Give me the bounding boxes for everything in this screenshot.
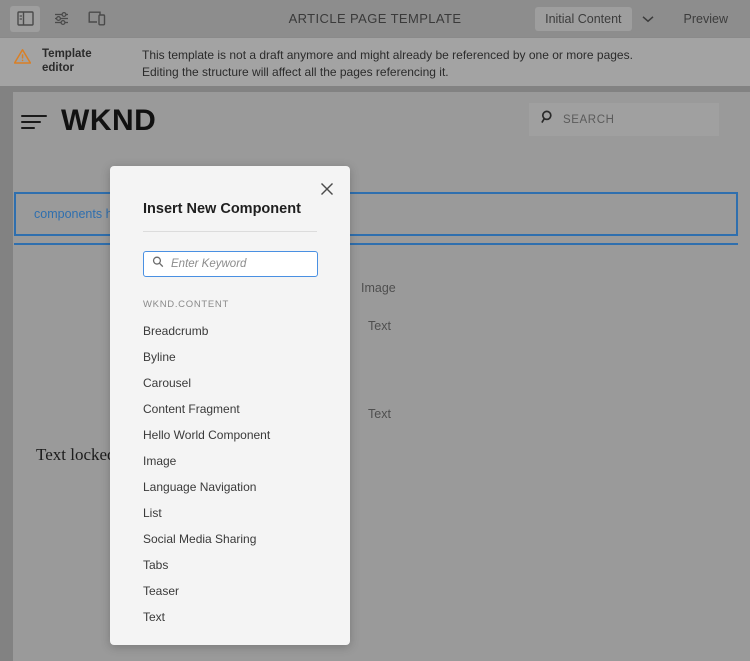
- list-item[interactable]: Social Media Sharing: [110, 526, 350, 552]
- alert-message: This template is not a draft anymore and…: [142, 48, 633, 80]
- locked-text-component: Text locked: [36, 445, 116, 464]
- toolbar-right-group: Initial Content Preview: [535, 6, 750, 32]
- brand-logo: WKND: [61, 104, 157, 137]
- list-item[interactable]: Carousel: [110, 370, 350, 396]
- list-item[interactable]: List: [110, 500, 350, 526]
- placeholder-image[interactable]: Image: [361, 281, 396, 295]
- chevron-down-icon[interactable]: [634, 6, 662, 32]
- component-group-label: WKND.CONTENT: [143, 299, 229, 310]
- warning-triangle-icon: [13, 47, 36, 69]
- keyword-search-input[interactable]: Enter Keyword: [143, 251, 318, 277]
- list-item[interactable]: Tabs: [110, 552, 350, 578]
- site-header: WKND SEARCH: [13, 92, 750, 158]
- list-item[interactable]: Breadcrumb: [110, 318, 350, 344]
- list-item[interactable]: Image: [110, 448, 350, 474]
- list-item[interactable]: Language Navigation: [110, 474, 350, 500]
- page-properties-icon[interactable]: [46, 6, 76, 32]
- responsive-layout-icon[interactable]: [82, 6, 112, 32]
- insert-component-dialog: Insert New Component Enter Keyword WKND.…: [110, 166, 350, 645]
- list-item[interactable]: Byline: [110, 344, 350, 370]
- alert-title: Template editor: [42, 48, 92, 75]
- dialog-title: Insert New Component: [143, 201, 301, 217]
- close-icon[interactable]: [316, 178, 338, 200]
- list-item[interactable]: Teaser: [110, 578, 350, 604]
- dialog-divider: [143, 231, 317, 232]
- template-editor-alert: Template editor This template is not a d…: [0, 38, 750, 86]
- side-panel-icon[interactable]: [10, 5, 40, 32]
- initial-content-button[interactable]: Initial Content: [535, 6, 632, 31]
- hamburger-menu-icon[interactable]: [21, 113, 47, 129]
- toolbar-icon-group: [0, 5, 112, 32]
- search-icon: [541, 110, 555, 129]
- site-search-placeholder: SEARCH: [563, 113, 615, 126]
- search-icon: [152, 255, 164, 273]
- list-item[interactable]: Text: [110, 604, 350, 630]
- keyword-search-placeholder: Enter Keyword: [171, 258, 247, 270]
- site-search-input[interactable]: SEARCH: [529, 103, 719, 136]
- placeholder-text-1[interactable]: Text: [368, 319, 391, 333]
- brand-area: WKND: [21, 104, 156, 138]
- placeholder-text-2[interactable]: Text: [368, 407, 391, 421]
- top-toolbar: ARTICLE PAGE TEMPLATE Initial Content Pr…: [0, 0, 750, 38]
- list-item[interactable]: Content Fragment: [110, 396, 350, 422]
- component-list: Breadcrumb Byline Carousel Content Fragm…: [110, 318, 350, 630]
- preview-button[interactable]: Preview: [676, 7, 736, 31]
- list-item[interactable]: Hello World Component: [110, 422, 350, 448]
